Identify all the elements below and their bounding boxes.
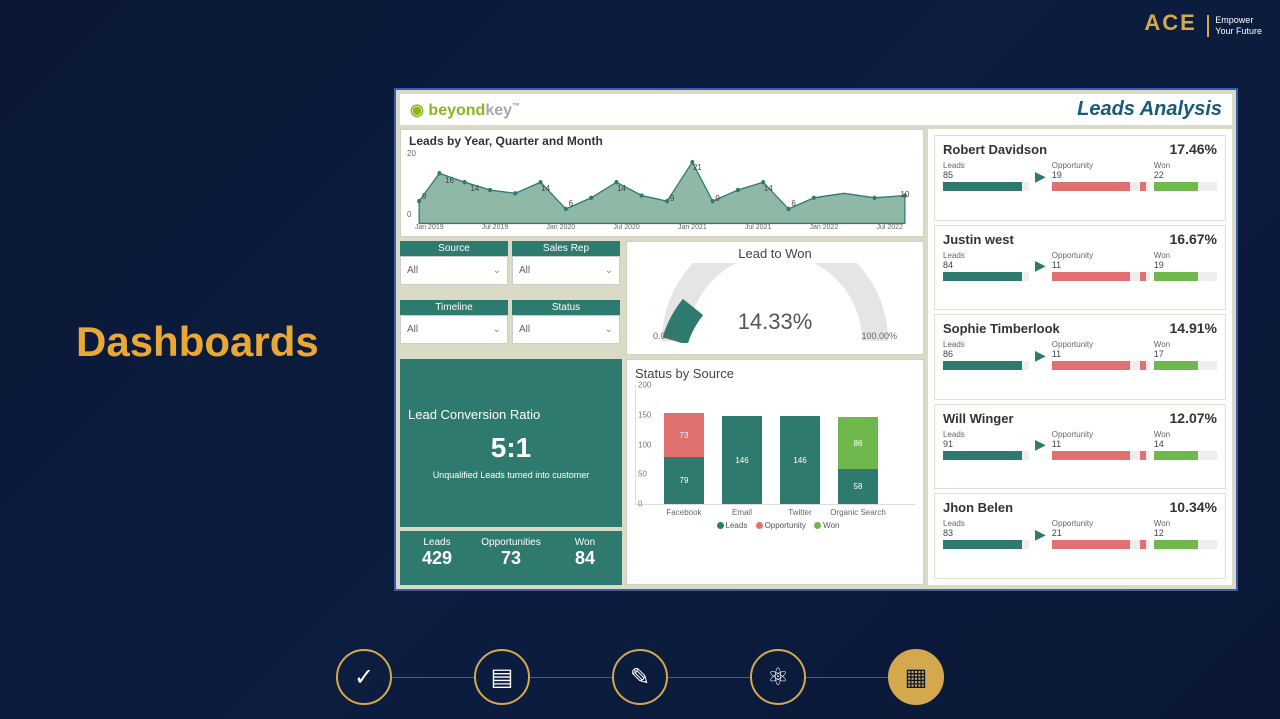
reps-list: Robert Davidson17.46% Leads85 ▶ Opportun… <box>928 129 1232 585</box>
rep-won-bar <box>1154 361 1217 370</box>
chevron-down-icon: ⌄ <box>493 324 501 335</box>
rep-percent: 16.67% <box>1170 231 1217 247</box>
nav-step-2[interactable]: ▤ <box>474 649 530 705</box>
gauge-chart: Lead to Won 14.33% 0.00% 100.00% <box>626 241 924 355</box>
filter-sales-rep: Sales Rep All⌄ <box>512 241 620 296</box>
beyondkey-logo: ◉ beyondkey™ <box>410 100 520 120</box>
ace-logo: ACE Empower Your Future <box>1144 10 1262 37</box>
rep-opportunity-bar <box>1052 361 1150 370</box>
filter-source: Source All⌄ <box>400 241 508 296</box>
ace-brand: ACE <box>1144 10 1196 35</box>
rep-name: Justin west <box>943 232 1014 247</box>
nav-step-5-active[interactable]: ▦ <box>888 649 944 705</box>
dashboard-container: ◉ beyondkey™ Leads Analysis Leads by Yea… <box>394 88 1238 591</box>
dashboard-header: ◉ beyondkey™ Leads Analysis <box>400 94 1232 125</box>
timeseries-area: 20 0 9 16 14 14 6 14 9 21 9 14 6 <box>409 151 915 229</box>
play-icon: ▶ <box>1035 436 1046 453</box>
rep-card: Jhon Belen10.34% Leads83 ▶ Opportunity21… <box>934 493 1226 579</box>
sbs-legend: Leads Opportunity Won <box>635 521 915 530</box>
rep-percent: 12.07% <box>1170 410 1217 426</box>
rep-opportunity-bar <box>1052 540 1150 549</box>
rep-opportunity-bar <box>1052 451 1150 460</box>
rep-card: Robert Davidson17.46% Leads85 ▶ Opportun… <box>934 135 1226 221</box>
bar-twitter: 146 Twitter <box>780 416 820 504</box>
bar-email: 146 Email <box>722 416 762 504</box>
play-icon: ▶ <box>1035 168 1046 185</box>
chevron-down-icon: ⌄ <box>605 324 613 335</box>
rep-opportunity-bar <box>1052 272 1150 281</box>
rep-name: Sophie Timberlook <box>943 321 1060 336</box>
rep-won-bar <box>1154 182 1217 191</box>
rep-leads-bar <box>943 540 1029 549</box>
rep-leads-bar <box>943 361 1029 370</box>
play-icon: ▶ <box>1035 347 1046 364</box>
rep-card: Justin west16.67% Leads84 ▶ Opportunity1… <box>934 225 1226 311</box>
filters-group: Source All⌄ Sales Rep All⌄ Timeline All⌄… <box>400 241 622 355</box>
filter-status: Status All⌄ <box>512 300 620 355</box>
rep-name: Jhon Belen <box>943 500 1013 515</box>
filter-timeline-dropdown[interactable]: All⌄ <box>400 315 508 344</box>
rep-won-bar <box>1154 451 1217 460</box>
rep-leads-bar <box>943 451 1029 460</box>
filter-status-dropdown[interactable]: All⌄ <box>512 315 620 344</box>
rep-won-bar <box>1154 540 1217 549</box>
nav-step-4[interactable]: ⚛ <box>750 649 806 705</box>
rep-opportunity-bar <box>1052 182 1150 191</box>
rep-percent: 14.91% <box>1170 320 1217 336</box>
rep-won-bar <box>1154 272 1217 281</box>
play-icon: ▶ <box>1035 526 1046 543</box>
ace-tagline: Empower Your Future <box>1207 15 1262 37</box>
rep-name: Will Winger <box>943 411 1014 426</box>
timeseries-title: Leads by Year, Quarter and Month <box>409 134 915 148</box>
rep-leads-bar <box>943 272 1029 281</box>
bar-facebook: 73 79 Facebook <box>664 413 704 504</box>
gauge-value: 14.33% <box>738 309 813 335</box>
chevron-down-icon: ⌄ <box>493 265 501 276</box>
nav-step-3[interactable]: ✎ <box>612 649 668 705</box>
slide-title: Dashboards <box>76 318 319 366</box>
rep-card: Will Winger12.07% Leads91 ▶ Opportunity1… <box>934 404 1226 490</box>
timeseries-chart: Leads by Year, Quarter and Month 20 0 9 … <box>400 129 924 237</box>
nav-stepper: ✓ ▤ ✎ ⚛ ▦ <box>336 649 944 705</box>
play-icon: ▶ <box>1035 257 1046 274</box>
rep-percent: 17.46% <box>1170 141 1217 157</box>
page-title: Leads Analysis <box>1077 98 1222 121</box>
status-by-source-chart: Status by Source 0 50 100 150 200 73 79 … <box>626 359 924 585</box>
bar-organic: 86 58 Organic Search <box>838 417 878 504</box>
rep-name: Robert Davidson <box>943 142 1047 157</box>
filter-source-dropdown[interactable]: All⌄ <box>400 256 508 285</box>
nav-step-1[interactable]: ✓ <box>336 649 392 705</box>
rep-card: Sophie Timberlook14.91% Leads86 ▶ Opport… <box>934 314 1226 400</box>
chevron-down-icon: ⌄ <box>605 265 613 276</box>
conversion-panel: Lead Conversion Ratio 5:1 Unqualified Le… <box>400 359 622 527</box>
rep-percent: 10.34% <box>1170 499 1217 515</box>
stats-panel: Leads429 Opportunities73 Won84 <box>400 531 622 585</box>
filter-sales-rep-dropdown[interactable]: All⌄ <box>512 256 620 285</box>
filter-timeline: Timeline All⌄ <box>400 300 508 355</box>
rep-leads-bar <box>943 182 1029 191</box>
